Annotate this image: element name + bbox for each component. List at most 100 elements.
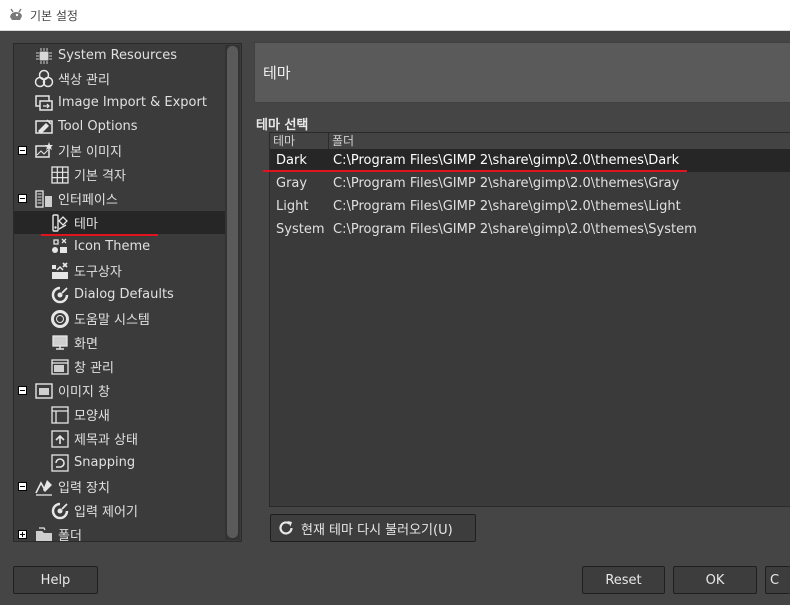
gimp-icon — [10, 8, 22, 20]
tree-item-image-import-export[interactable]: Image Import & Export — [34, 91, 225, 114]
tree-item-label: 모양새 — [74, 409, 110, 424]
tree-item-label: 기본 이미지 — [58, 145, 122, 160]
tree-scrollbar-thumb[interactable] — [227, 46, 238, 538]
theme-name: Light — [276, 199, 309, 214]
expand-folders-toggle[interactable] — [18, 530, 27, 539]
theme-row-light[interactable]: Light C:\Program Files\GIMP 2\share\gimp… — [270, 195, 790, 218]
tree-item-input-devices[interactable]: 입력 장치 — [34, 475, 225, 498]
tree-item-default-image[interactable]: 기본 이미지 — [34, 139, 225, 162]
tree-item-label: 창 관리 — [74, 361, 115, 376]
snapping-icon — [50, 453, 70, 473]
window-management-icon — [50, 357, 70, 377]
page-title: 테마 — [263, 64, 291, 82]
tree-item-default-grid[interactable]: 기본 격자 — [50, 163, 225, 186]
column-header-theme[interactable]: 테마 — [270, 133, 328, 149]
cancel-button[interactable]: C — [765, 566, 790, 594]
title-bar: 기본 설정 — [0, 0, 790, 31]
tool-options-icon — [34, 117, 54, 137]
theme-name: Gray — [276, 176, 308, 191]
theme-row-gray[interactable]: Gray C:\Program Files\GIMP 2\share\gimp\… — [270, 172, 790, 195]
theme-row-dark[interactable]: Dark C:\Program Files\GIMP 2\share\gimp\… — [270, 149, 790, 172]
interface-icon — [34, 189, 54, 209]
collapse-input-devices-toggle[interactable] — [18, 482, 27, 491]
tree-item-toolbox[interactable]: 도구상자 — [50, 259, 225, 282]
tree-item-icon-theme[interactable]: Icon Theme — [50, 235, 225, 258]
tree-item-label: Icon Theme — [74, 239, 151, 254]
theme-folder: C:\Program Files\GIMP 2\share\gimp\2.0\t… — [333, 153, 680, 168]
tree-item-folders[interactable]: 폴더 — [34, 523, 225, 542]
default-image-icon — [34, 141, 54, 161]
grid-icon — [50, 165, 70, 185]
tree-item-color-management[interactable]: 색상 관리 — [34, 67, 225, 90]
tree-item-system-resources[interactable]: System Resources — [34, 44, 225, 67]
theme-row-system[interactable]: System C:\Program Files\GIMP 2\share\gim… — [270, 218, 790, 241]
theme-folder: C:\Program Files\GIMP 2\share\gimp\2.0\t… — [333, 222, 697, 237]
theme-folder: C:\Program Files\GIMP 2\share\gimp\2.0\t… — [333, 176, 680, 191]
collapse-default-image-toggle[interactable] — [18, 146, 27, 155]
annotation-underline-tree — [41, 234, 158, 236]
icon-theme-icon — [50, 237, 70, 257]
collapse-interface-toggle[interactable] — [18, 194, 27, 203]
tree-item-image-window[interactable]: 이미지 창 — [34, 379, 225, 402]
tree-item-label: System Resources — [58, 48, 177, 63]
tree-item-interface[interactable]: 인터페이스 — [34, 187, 225, 210]
tree-item-label: 입력 장치 — [58, 481, 110, 496]
ok-button[interactable]: OK — [673, 566, 757, 594]
title-status-icon — [50, 429, 70, 449]
color-management-icon — [34, 69, 54, 89]
reset-button[interactable]: Reset — [582, 566, 665, 594]
tree-item-tool-options[interactable]: Tool Options — [34, 115, 225, 138]
appearance-icon — [50, 405, 70, 425]
display-icon — [50, 333, 70, 353]
theme-folder: C:\Program Files\GIMP 2\share\gimp\2.0\t… — [333, 199, 681, 214]
reload-theme-button[interactable]: 현재 테마 다시 불러오기(U) — [270, 514, 476, 542]
tree-item-label: 도움말 시스템 — [74, 313, 150, 328]
tree-item-snapping[interactable]: Snapping — [50, 451, 225, 474]
theme-name: Dark — [276, 153, 307, 168]
chip-icon — [34, 46, 54, 66]
column-header-folder[interactable]: 폴더 — [328, 133, 790, 149]
help-button[interactable]: Help — [13, 566, 98, 594]
tree-item-label: 도구상자 — [74, 265, 122, 280]
reload-icon — [279, 521, 293, 535]
image-import-export-icon — [34, 93, 54, 113]
tree-item-label: 화면 — [74, 337, 98, 352]
tree-scrollbar[interactable] — [225, 45, 240, 540]
window-title: 기본 설정 — [30, 8, 78, 23]
tree-item-label: 테마 — [74, 217, 98, 232]
tree-item-label: 색상 관리 — [58, 73, 110, 88]
theme-name: System — [276, 222, 325, 237]
tree-item-title-status[interactable]: 제목과 상태 — [50, 427, 225, 450]
folders-icon — [34, 525, 54, 541]
tree-item-label: 인터페이스 — [58, 193, 118, 208]
tree-item-label: Snapping — [74, 455, 136, 470]
tree-item-dialog-defaults[interactable]: Dialog Defaults — [50, 283, 225, 306]
tree-item-label: 폴더 — [58, 529, 82, 542]
tree-item-label: 입력 제어기 — [74, 505, 138, 520]
theme-list[interactable]: 테마 폴더 Dark C:\Program Files\GIMP 2\share… — [269, 132, 790, 507]
image-window-icon — [34, 381, 54, 401]
tree-item-appearance[interactable]: 모양새 — [50, 403, 225, 426]
tree-item-label: 제목과 상태 — [74, 433, 138, 448]
preferences-tree[interactable]: System Resources 색상 관리 Image Import & Ex… — [13, 43, 242, 542]
reload-theme-label: 현재 테마 다시 불러오기(U) — [301, 522, 453, 538]
tree-item-display[interactable]: 화면 — [50, 331, 225, 354]
tree-item-window-management[interactable]: 창 관리 — [50, 355, 225, 378]
tree-item-help-system[interactable]: 도움말 시스템 — [50, 307, 225, 330]
page-header: 테마 — [254, 42, 790, 103]
input-controllers-icon — [50, 501, 70, 521]
lifebuoy-icon — [50, 309, 70, 329]
tree-item-label: 이미지 창 — [58, 385, 110, 400]
tree-item-theme[interactable]: 테마 — [14, 211, 225, 234]
tree-item-label: Dialog Defaults — [74, 287, 174, 302]
tree-item-label: 기본 격자 — [74, 169, 126, 184]
collapse-image-window-toggle[interactable] — [18, 386, 27, 395]
tree-item-label: Tool Options — [58, 119, 138, 134]
section-title: 테마 선택 — [256, 118, 309, 133]
input-devices-icon — [34, 477, 54, 497]
annotation-underline-theme — [263, 170, 687, 172]
theme-icon — [50, 213, 70, 233]
tree-item-input-controllers[interactable]: 입력 제어기 — [50, 499, 225, 522]
dialog-defaults-icon — [50, 285, 70, 305]
tree-item-label: Image Import & Export — [58, 95, 207, 110]
